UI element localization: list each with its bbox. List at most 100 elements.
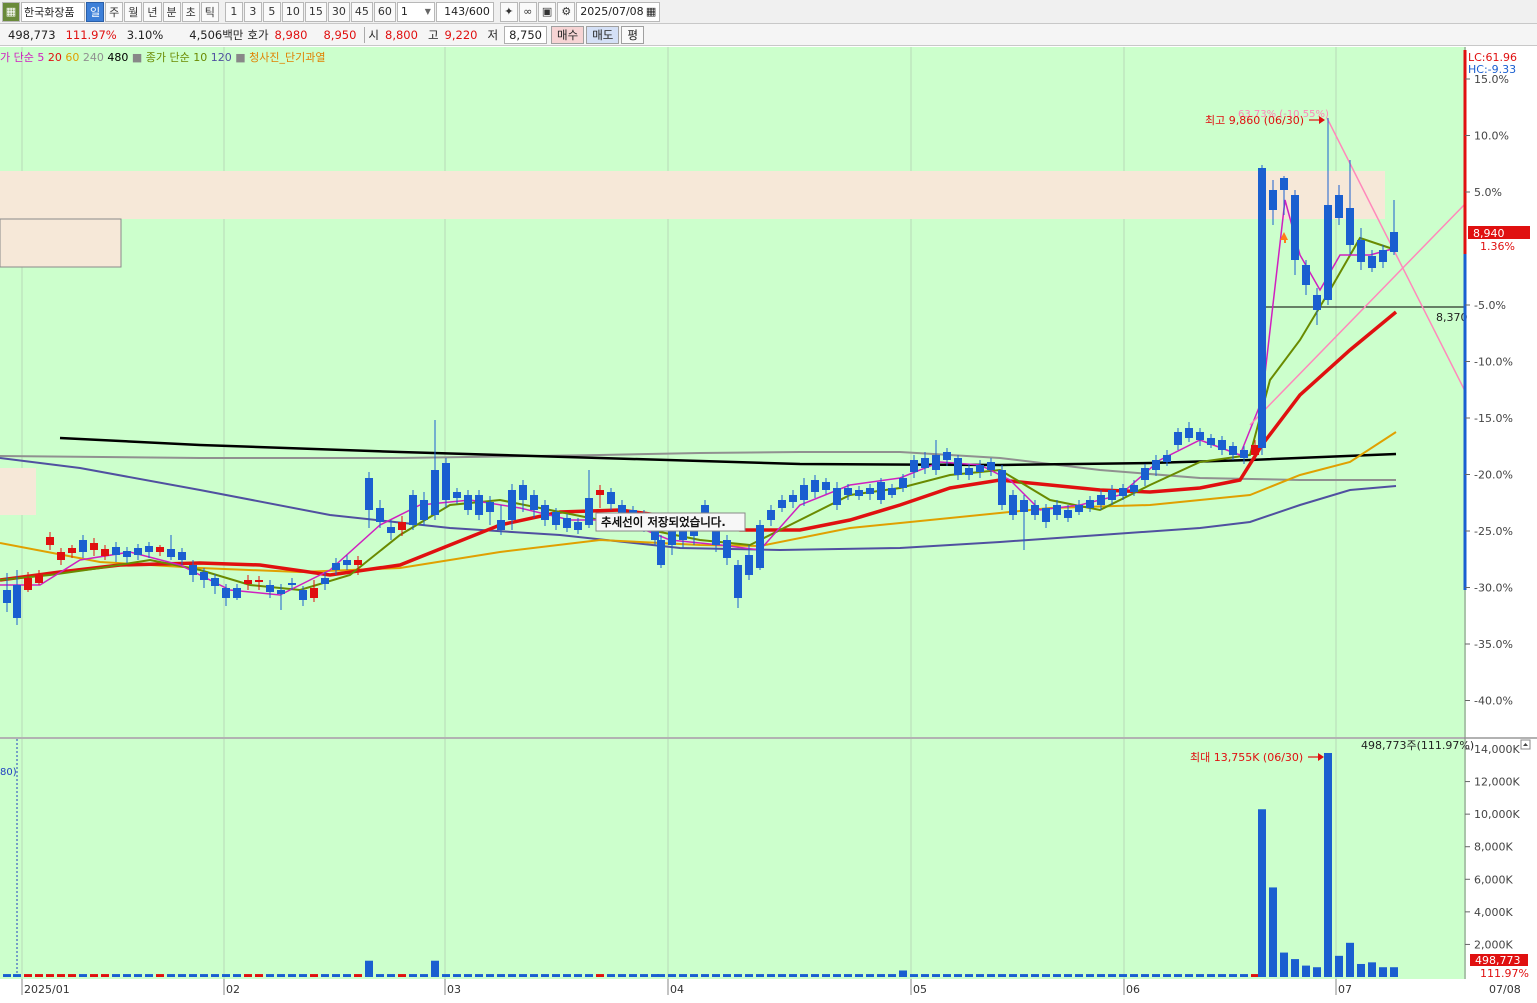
stock-logo-icon[interactable]: ▦ bbox=[2, 1, 20, 22]
candle-body bbox=[668, 530, 676, 545]
period-tab-0[interactable]: 일 bbox=[86, 1, 105, 22]
volume-bar bbox=[723, 974, 731, 977]
candle-body bbox=[1152, 460, 1160, 470]
candle-body bbox=[376, 508, 384, 522]
candle-body bbox=[79, 540, 87, 552]
candle-body bbox=[233, 588, 241, 598]
interval-button-3[interactable]: 3 bbox=[243, 1, 262, 22]
volume-pane[interactable] bbox=[0, 739, 1466, 979]
candle-body bbox=[899, 478, 907, 488]
x-label: 06 bbox=[1126, 983, 1140, 996]
period-tab-6[interactable]: 틱 bbox=[200, 1, 219, 22]
volume-current-pct: 111.97% bbox=[1480, 967, 1529, 980]
legend-separator-icon-2[interactable]: ■ bbox=[235, 51, 249, 64]
vol-tick-label: 2,000K bbox=[1474, 938, 1513, 951]
period-tab-1[interactable]: 주 bbox=[105, 1, 124, 22]
volume-bar bbox=[123, 974, 131, 977]
period-tab-3[interactable]: 년 bbox=[143, 1, 162, 22]
interval-button-10[interactable]: 10 bbox=[281, 1, 304, 22]
legend-ma2-prefix[interactable]: 종가 단순 bbox=[146, 51, 193, 64]
interval-button-45[interactable]: 45 bbox=[350, 1, 373, 22]
interval-select[interactable]: 1 ▼ bbox=[396, 1, 435, 22]
amount-value: 4,506백만 bbox=[189, 27, 244, 42]
candle-body bbox=[778, 500, 786, 508]
resistance-zone-box bbox=[0, 218, 122, 268]
interval-button-1[interactable]: 1 bbox=[224, 1, 243, 22]
legend-ma-120[interactable]: 120 bbox=[211, 51, 236, 64]
volume-bar bbox=[899, 970, 907, 977]
volume-bar bbox=[453, 974, 461, 977]
x-label: 04 bbox=[670, 983, 684, 996]
candle-body bbox=[1269, 190, 1277, 210]
interval-button-15[interactable]: 15 bbox=[304, 1, 327, 22]
volume-max-label: 최대 13,755K (06/30) bbox=[1190, 751, 1303, 764]
indicator-legend[interactable]: 가 단순 5 20 60 240 480 ■ 종가 단순 10 120 ■ 청사… bbox=[0, 51, 325, 64]
period-tab-2[interactable]: 월 bbox=[124, 1, 143, 22]
volume-bar bbox=[552, 974, 560, 977]
candle-body bbox=[90, 543, 98, 550]
volume-bar bbox=[921, 974, 929, 977]
volume-bar bbox=[255, 974, 263, 977]
flat-button[interactable]: 평 bbox=[621, 25, 644, 44]
volume-bar bbox=[1141, 974, 1149, 977]
volume-bar bbox=[134, 974, 142, 977]
candle-body bbox=[1185, 428, 1193, 438]
legend-ma-240[interactable]: 240 bbox=[83, 51, 108, 64]
x-label: 05 bbox=[913, 983, 927, 996]
chart-area[interactable]: 63.73% (-10.55%) 최고 9,860 (06/30) 추세선이 저… bbox=[0, 47, 1537, 1000]
volume-bar bbox=[497, 974, 505, 977]
low-label: 저 bbox=[487, 27, 499, 42]
candle-body bbox=[1031, 505, 1039, 515]
date-field[interactable]: 2025/07/08 ▦ bbox=[576, 1, 661, 22]
stock-chart[interactable]: 63.73% (-10.55%) 최고 9,860 (06/30) 추세선이 저… bbox=[0, 47, 1537, 1000]
candle-body bbox=[244, 580, 252, 584]
stock-name-field[interactable]: 한국화장품 bbox=[21, 1, 85, 22]
change-rate: 3.10% bbox=[126, 27, 164, 42]
interval-button-60[interactable]: 60 bbox=[373, 1, 396, 22]
candle-body bbox=[866, 488, 874, 494]
settings-icon[interactable]: ⚙ bbox=[557, 1, 576, 22]
volume-bar bbox=[541, 974, 549, 977]
count-field[interactable]: 143/600 bbox=[435, 1, 494, 22]
legend-ma-60[interactable]: 60 bbox=[65, 51, 83, 64]
volume-bar bbox=[1229, 974, 1237, 977]
volume-bar bbox=[1031, 974, 1039, 977]
volume-bar bbox=[101, 974, 109, 977]
save-icon[interactable]: ▣ bbox=[537, 1, 557, 22]
volume-bar bbox=[629, 974, 637, 977]
volume-bar bbox=[877, 974, 885, 977]
volume-bar bbox=[668, 974, 676, 977]
interval-button-30[interactable]: 30 bbox=[327, 1, 350, 22]
legend-separator-icon[interactable]: ■ bbox=[132, 51, 146, 64]
legend-ma-prefix[interactable]: 가 단순 bbox=[0, 51, 37, 64]
legend-ma-5[interactable]: 5 bbox=[37, 51, 48, 64]
trend-tool-icon[interactable]: ∞ bbox=[518, 1, 537, 22]
candle-body bbox=[1086, 500, 1094, 508]
volume-bar bbox=[932, 974, 940, 977]
candle-body bbox=[365, 478, 373, 510]
candle-body bbox=[585, 498, 593, 525]
y-tick-label: -15.0% bbox=[1474, 412, 1513, 425]
sell-button[interactable]: 매도 bbox=[586, 25, 620, 44]
period-tab-5[interactable]: 초 bbox=[181, 1, 200, 22]
volume-bar bbox=[156, 974, 164, 977]
crosshair-icon[interactable]: ✦ bbox=[499, 1, 518, 22]
interval-button-5[interactable]: 5 bbox=[262, 1, 281, 22]
candle-body bbox=[24, 578, 32, 590]
legend-ma-10[interactable]: 10 bbox=[193, 51, 211, 64]
period-tab-4[interactable]: 분 bbox=[162, 1, 181, 22]
buy-button[interactable]: 매수 bbox=[551, 25, 585, 44]
volume-bar bbox=[145, 974, 153, 977]
candle-body bbox=[222, 588, 230, 598]
vol-tick-label: 6,000K bbox=[1474, 873, 1513, 886]
volume-bar bbox=[167, 974, 175, 977]
high-label: 고 bbox=[427, 27, 439, 42]
volume-bar bbox=[563, 974, 571, 977]
volume-bar bbox=[712, 974, 720, 977]
volume-bar bbox=[442, 974, 450, 977]
legend-ma-20[interactable]: 20 bbox=[48, 51, 66, 64]
legend-indicator[interactable]: 청사진_단기과열 bbox=[249, 51, 325, 64]
volume-bar bbox=[585, 974, 593, 977]
price-pane[interactable] bbox=[0, 47, 1466, 737]
legend-ma-480[interactable]: 480 bbox=[107, 51, 132, 64]
